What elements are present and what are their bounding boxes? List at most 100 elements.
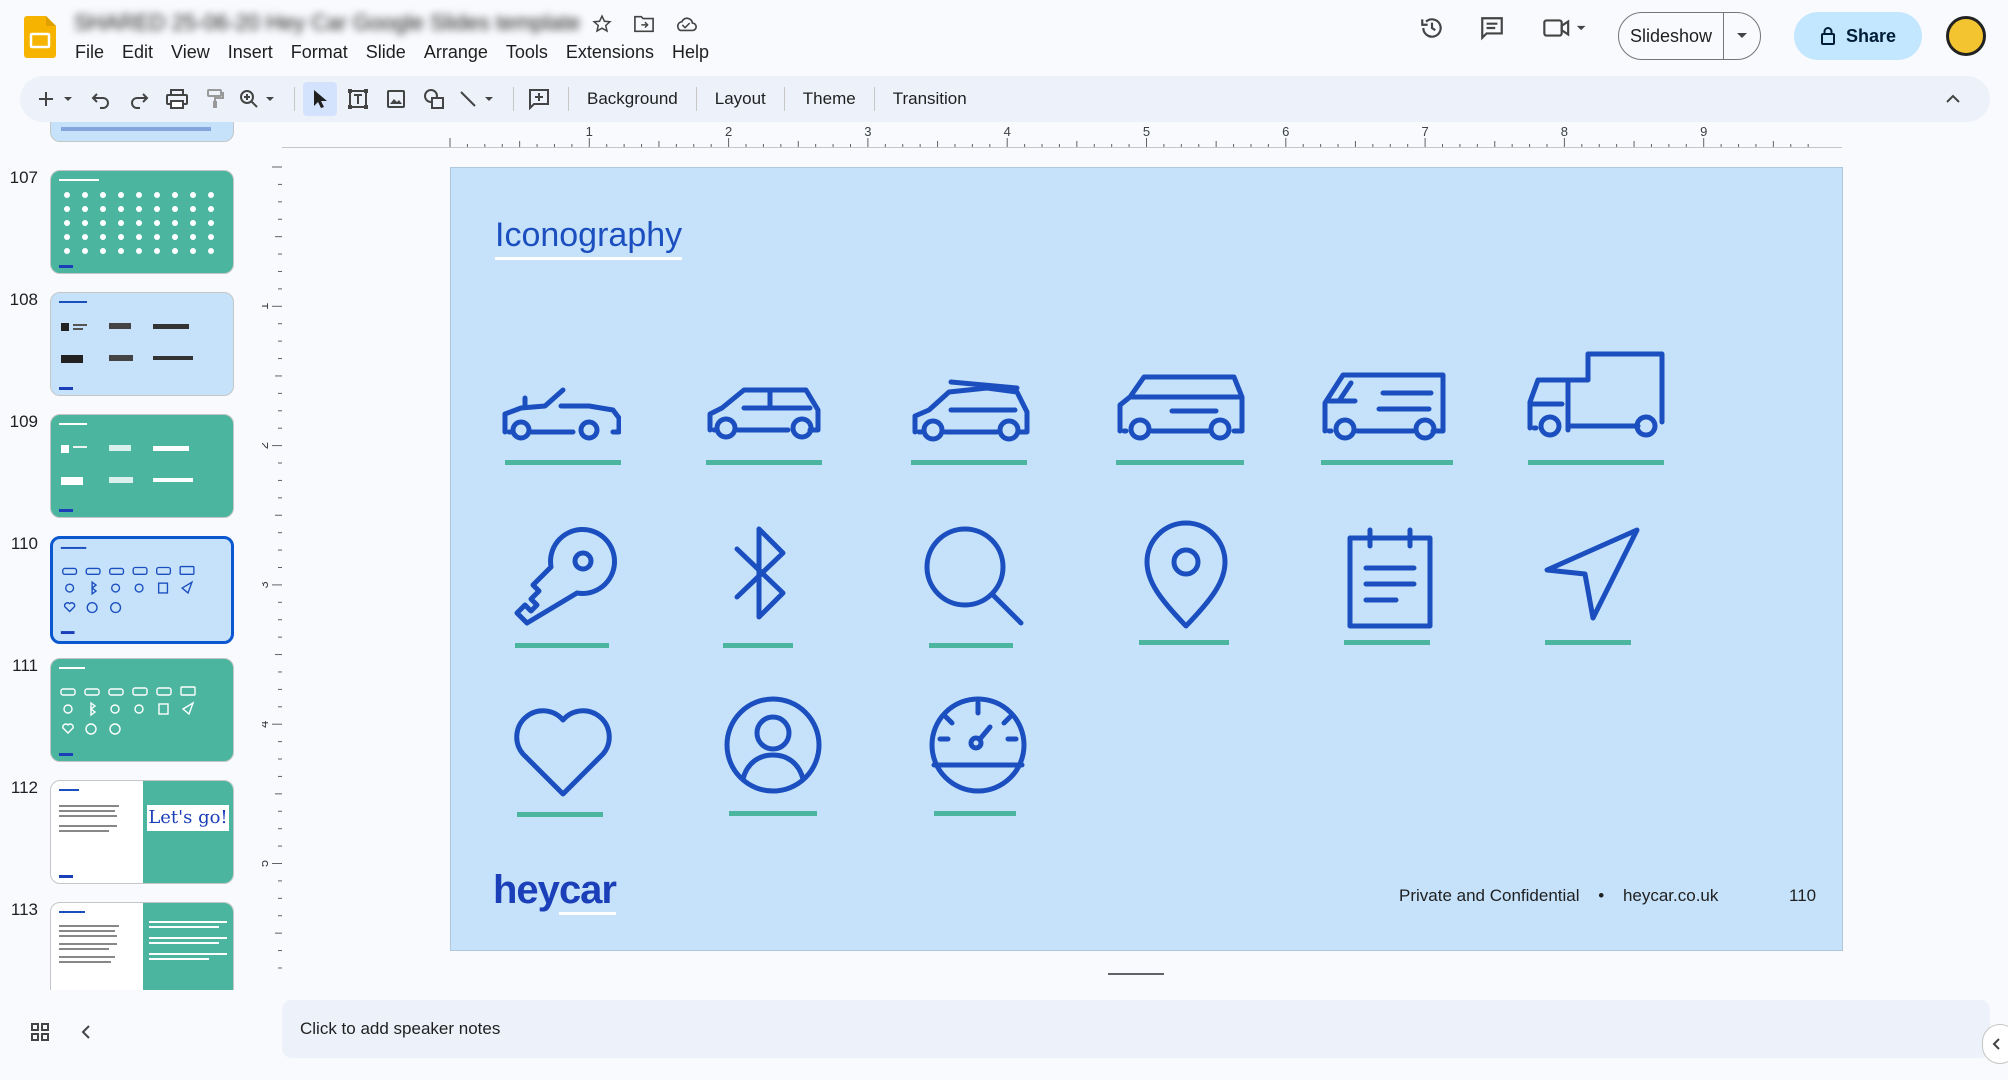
comments-icon[interactable] bbox=[1474, 10, 1510, 46]
horizontal-ruler[interactable]: 1 2 3 4 5 6 7 8 9 bbox=[282, 126, 1842, 148]
menu-arrange[interactable]: Arrange bbox=[415, 40, 497, 64]
key-icon-cell[interactable] bbox=[511, 523, 651, 648]
convertible-car-icon-cell[interactable] bbox=[501, 368, 641, 488]
hatchback-car-icon-cell[interactable] bbox=[706, 368, 846, 488]
zoom-icon[interactable] bbox=[236, 82, 282, 116]
truck-icon bbox=[1527, 351, 1665, 438]
search-icon-cell[interactable] bbox=[921, 523, 1061, 648]
collapse-filmstrip-chevron-left-icon[interactable] bbox=[80, 1022, 92, 1047]
user-profile-icon-cell[interactable] bbox=[721, 693, 861, 816]
slideshow-dropdown-chevron-icon[interactable] bbox=[1724, 13, 1760, 59]
toolbar-divider bbox=[294, 87, 295, 111]
menu-extensions[interactable]: Extensions bbox=[557, 40, 663, 64]
notes-resize-handle[interactable] bbox=[1108, 973, 1164, 975]
transition-button[interactable]: Transition bbox=[883, 82, 977, 116]
meet-camera-icon[interactable] bbox=[1540, 10, 1592, 46]
icon-underline bbox=[517, 812, 603, 817]
ruler-label: 5 bbox=[1143, 126, 1150, 139]
toolbar-divider bbox=[568, 87, 569, 111]
slide-thumbnail-109[interactable] bbox=[50, 414, 234, 518]
paint-format-icon[interactable] bbox=[198, 82, 232, 116]
line-icon[interactable] bbox=[455, 82, 501, 116]
slide-page-number[interactable]: 110 bbox=[1789, 886, 1816, 906]
slide-thumbnail-113[interactable] bbox=[50, 902, 234, 990]
heart-icon-cell[interactable] bbox=[511, 698, 651, 818]
slideshow-button-group: Slideshow bbox=[1618, 12, 1761, 60]
redo-icon[interactable] bbox=[122, 82, 156, 116]
slide-number: 109 bbox=[9, 412, 38, 431]
star-icon[interactable] bbox=[590, 12, 614, 36]
slide-footer[interactable]: Private and Confidential • heycar.co.uk bbox=[1399, 886, 1718, 906]
print-icon[interactable] bbox=[160, 82, 194, 116]
menu-format[interactable]: Format bbox=[282, 40, 357, 64]
ruler-label: 1 bbox=[262, 303, 271, 310]
side-panel-toggle-chevron-left-icon[interactable] bbox=[1982, 1024, 2008, 1064]
slide-thumbnail-107[interactable] bbox=[50, 170, 234, 274]
vertical-ruler[interactable]: 1 2 3 4 5 bbox=[262, 148, 282, 988]
avatar[interactable] bbox=[1946, 16, 1986, 56]
menu-bar: File Edit View Insert Format Slide Arran… bbox=[66, 40, 718, 64]
insert-comment-icon[interactable] bbox=[522, 82, 556, 116]
menu-help[interactable]: Help bbox=[663, 40, 718, 64]
slide-number: 111 bbox=[12, 656, 38, 675]
bluetooth-icon-cell[interactable] bbox=[723, 513, 871, 648]
navigation-arrow-icon bbox=[1544, 527, 1640, 621]
toolbar: Background Layout Theme Transition bbox=[20, 76, 1990, 122]
menu-edit[interactable]: Edit bbox=[113, 40, 162, 64]
menu-view[interactable]: View bbox=[162, 40, 219, 64]
location-pin-icon-cell[interactable] bbox=[1139, 518, 1281, 645]
slide-thumbnail-110[interactable] bbox=[50, 536, 234, 644]
theme-button[interactable]: Theme bbox=[793, 82, 866, 116]
ruler-label: 4 bbox=[262, 721, 271, 728]
ruler-label: 9 bbox=[1700, 126, 1707, 139]
icon-underline bbox=[1116, 460, 1244, 465]
icon-underline bbox=[1321, 460, 1453, 465]
collapse-toolbar-chevron-up-icon[interactable] bbox=[1936, 82, 1970, 116]
slide-number: 112 bbox=[10, 778, 38, 797]
menu-file[interactable]: File bbox=[66, 40, 113, 64]
text-box-icon[interactable] bbox=[341, 82, 375, 116]
slide-canvas[interactable]: Iconography heycar Private and Confident… bbox=[450, 167, 1843, 951]
truck-icon-cell[interactable] bbox=[1526, 350, 1666, 470]
navigation-arrow-icon-cell[interactable] bbox=[1541, 526, 1681, 646]
icon-underline bbox=[723, 643, 793, 648]
ruler-label: 6 bbox=[1282, 126, 1289, 139]
estate-car-icon bbox=[912, 379, 1030, 442]
move-folder-icon[interactable] bbox=[632, 12, 656, 36]
estate-car-icon-cell[interactable] bbox=[911, 368, 1051, 488]
menu-slide[interactable]: Slide bbox=[357, 40, 415, 64]
slide-title[interactable]: Iconography bbox=[495, 216, 683, 260]
share-button[interactable]: Share bbox=[1794, 12, 1922, 60]
menu-insert[interactable]: Insert bbox=[219, 40, 282, 64]
van-icon-cell[interactable] bbox=[1321, 363, 1461, 483]
select-cursor-icon[interactable] bbox=[303, 82, 337, 116]
shape-icon[interactable] bbox=[417, 82, 451, 116]
icon-underline bbox=[1545, 640, 1631, 645]
slide-thumbnail-108[interactable] bbox=[50, 292, 234, 396]
speaker-notes[interactable]: Click to add speaker notes bbox=[282, 1000, 1990, 1058]
notepad-icon-cell[interactable] bbox=[1344, 526, 1486, 646]
slide-thumbnail-106[interactable] bbox=[50, 122, 234, 142]
toolbar-divider bbox=[783, 87, 785, 111]
logo-car: car bbox=[558, 868, 617, 915]
menu-tools[interactable]: Tools bbox=[497, 40, 557, 64]
suv-car-icon-cell[interactable] bbox=[1116, 363, 1256, 483]
document-title[interactable]: SHARED 25-06-20 Hey Car Google Slides te… bbox=[74, 10, 580, 36]
layout-button[interactable]: Layout bbox=[705, 82, 776, 116]
cloud-saved-icon[interactable] bbox=[674, 12, 698, 36]
version-history-icon[interactable] bbox=[1414, 10, 1450, 46]
grid-view-icon[interactable] bbox=[30, 1022, 50, 1047]
new-slide-plus-icon[interactable] bbox=[34, 82, 80, 116]
slide-thumbnail-111[interactable] bbox=[50, 658, 234, 762]
bluetooth-icon bbox=[734, 526, 786, 620]
slideshow-button[interactable]: Slideshow bbox=[1619, 13, 1724, 59]
slides-logo-icon[interactable] bbox=[24, 16, 56, 58]
background-button[interactable]: Background bbox=[577, 82, 688, 116]
undo-icon[interactable] bbox=[84, 82, 118, 116]
insert-image-icon[interactable] bbox=[379, 82, 413, 116]
slide-thumbnail-112[interactable]: Let's go! bbox=[50, 780, 234, 884]
speedometer-icon-cell[interactable] bbox=[926, 693, 1066, 816]
filmstrip[interactable]: 107 108 109 110 111 112 Let's go! 113 bbox=[0, 122, 258, 990]
slide-number: 110 bbox=[10, 534, 38, 553]
icon-underline bbox=[729, 811, 817, 816]
